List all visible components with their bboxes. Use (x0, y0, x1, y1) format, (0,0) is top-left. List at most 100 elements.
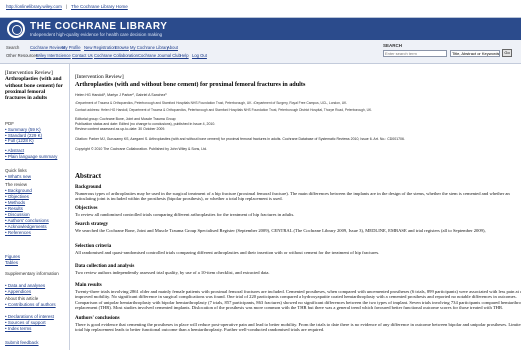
nav-section-about-article: About this article (5, 296, 39, 301)
nav-item-plain-language[interactable]: • Plain language summary (5, 154, 57, 159)
article-copyright: Copyright © 2010 The Cochrane Collaborat… (75, 147, 208, 151)
brand-title[interactable]: THE COCHRANE LIBRARY (30, 21, 167, 32)
wiley-online-link[interactable]: http://onlinelibrary.wiley.com (6, 4, 62, 9)
nav-item-label: Summary (59 K) (7, 127, 41, 132)
nav-item-background[interactable]: • Background (5, 188, 32, 193)
section-heading-data-collection: Data collection and analysis (75, 264, 135, 269)
section-line: All randomised and quasi-randomised cont… (75, 250, 380, 255)
toolbar-link-browse[interactable]: Browse (115, 45, 129, 50)
review-content-date: Review content assessed as up-to-date: 3… (75, 127, 166, 131)
toolbar: Search Cochrane Reviews My Profile New R… (0, 40, 521, 64)
nav-item-data-analyses[interactable]: • Data and analyses (5, 283, 45, 288)
article-content: [Intervention Review] Arthroplasties (wi… (72, 64, 521, 350)
nav-item-pdf-summary[interactable]: • Summary (59 K) (5, 127, 41, 132)
nav-heading-title: Arthroplasties (with and without bone ce… (5, 76, 63, 102)
nav-item-references[interactable]: • References (5, 230, 31, 235)
nav-item-appendices[interactable]: • Appendices (5, 289, 31, 294)
nav-item-label: References (7, 230, 31, 235)
section-line: To review all randomised controlled tria… (75, 212, 295, 217)
toolbar-link-about[interactable]: About (167, 45, 178, 50)
section-line: total hip replacement leads to better fu… (75, 327, 325, 333)
cochrane-home-link[interactable]: The Cochrane Library Home (71, 4, 128, 9)
brand-tagline: Independent high-quality evidence for he… (30, 32, 163, 37)
nav-item-figures[interactable]: Figures (5, 254, 20, 259)
search-input[interactable] (383, 50, 447, 57)
nav-item-label: Results (7, 206, 23, 211)
nav-item-submit-feedback[interactable]: Submit feedback (5, 340, 39, 345)
top-bar: http://onlinelibrary.wiley.com | The Coc… (0, 0, 521, 18)
toolbar-link-wiley[interactable]: Wiley InterScience (36, 53, 71, 58)
toolbar-row2-label: Other Resources (6, 53, 38, 58)
cochrane-banner: THE COCHRANE LIBRARY Independent high-qu… (0, 18, 521, 40)
nav-item-label: Appendices (7, 289, 32, 294)
article-authors: Helen HG Handoll¹, Martyn J Parker², Gab… (75, 93, 167, 97)
toolbar-link-registration[interactable]: New Registration (84, 45, 116, 50)
section-body-selection: All randomised and quasi-randomised cont… (75, 250, 521, 255)
toolbar-link-collaboration[interactable]: Cochrane Collaboration (94, 53, 138, 58)
review-type-label: [Intervention Review] (75, 74, 124, 80)
nav-item-label: Declarations of interest (7, 314, 54, 319)
nav-item-label: Plain language summary (7, 154, 58, 159)
left-navigation: [Intervention Review] Arthroplasties (wi… (0, 64, 70, 350)
section-line: Two review authors independently assesse… (75, 270, 270, 275)
publication-status: Publication status and date: Edited (no … (75, 122, 216, 126)
nav-item-label: Submit feedback (5, 340, 39, 345)
toolbar-link-journal-club[interactable]: Cochrane Journal Club (138, 53, 181, 58)
section-heading-background: Background (75, 185, 102, 190)
nav-item-contributions[interactable]: • Contributions of authors (5, 302, 67, 307)
nav-item-whats-new[interactable]: • What's new (5, 174, 31, 179)
nav-item-sources-support[interactable]: • Sources of support (5, 320, 46, 325)
nav-section-quick-links: Quick links (5, 168, 27, 173)
toolbar-link-contact[interactable]: Contact Us (72, 53, 93, 58)
nav-item-label: What's new (7, 174, 31, 179)
nav-item-objectives[interactable]: • Objectives (5, 194, 29, 199)
nav-item-results[interactable]: • Results (5, 206, 23, 211)
nav-item-methods[interactable]: • Methods (5, 200, 25, 205)
section-body-objectives: To review all randomised controlled tria… (75, 212, 521, 217)
section-heading-main-results: Main results (75, 283, 102, 288)
toolbar-link-logout[interactable]: Log Out (192, 53, 207, 58)
nav-item-index-terms[interactable]: • Index terms (5, 326, 31, 331)
nav-item-tables[interactable]: Tables (5, 260, 18, 265)
nav-item-label: Full (1228 K) (7, 138, 34, 143)
nav-item-pdf-standard[interactable]: • Standard (229 K) (5, 133, 42, 138)
nav-item-label: Index terms (7, 326, 32, 331)
nav-section-pdf: PDF (5, 121, 14, 126)
nav-item-label: Acknowledgements (7, 224, 47, 229)
nav-item-label: Data and analyses (7, 283, 46, 288)
cochrane-logo-icon[interactable] (7, 20, 25, 38)
search-go-button[interactable]: Go (502, 49, 512, 57)
section-heading-objectives: Objectives (75, 206, 98, 211)
toolbar-link-reviews[interactable]: Cochrane Reviews (30, 45, 65, 50)
section-heading-selection: Selection criteria (75, 244, 112, 249)
section-line: replacement (THR). Most studies involved… (75, 305, 504, 311)
nav-item-conclusions[interactable]: • Authors' conclusions (5, 218, 49, 223)
nav-item-label: Discussion (7, 212, 30, 217)
nav-item-discussion[interactable]: • Discussion (5, 212, 30, 217)
nav-item-acknowledgements[interactable]: • Acknowledgements (5, 224, 47, 229)
section-body-conclusions: There is good evidence that cementing th… (75, 322, 521, 333)
section-body-main-results: Twenty-three trials involving 2861 older… (75, 289, 521, 311)
nav-item-label: Authors' conclusions (7, 218, 49, 223)
nav-heading: [Intervention Review] Arthroplasties (wi… (5, 70, 67, 101)
section-heading-conclusions: Authors' conclusions (75, 316, 120, 321)
nav-item-label: Contributions of authors (7, 302, 56, 307)
article-affiliation: ¹Department of Trauma & Orthopaedics, Pe… (75, 101, 348, 105)
article-title: Arthroplasties (with and without bone ce… (75, 81, 306, 88)
nav-item-pdf-full[interactable]: • Full (1228 K) (5, 138, 34, 143)
nav-item-label: Abstract (7, 148, 25, 153)
search-title: SEARCH (383, 43, 403, 48)
topbar-separator: | (66, 4, 68, 9)
editorial-group[interactable]: Editorial group: Cochrane Bone, Joint an… (75, 117, 176, 121)
search-scope-select[interactable]: Title, Abstract or Keywords (450, 50, 500, 57)
nav-item-declarations[interactable]: • Declarations of interest (5, 314, 54, 319)
nav-item-label: Objectives (7, 194, 29, 199)
toolbar-link-my-library[interactable]: My Cochrane Library (130, 45, 169, 50)
nav-item-label: Figures (5, 254, 21, 259)
toolbar-row1-label: Search (6, 45, 20, 50)
nav-item-abstract[interactable]: • Abstract (5, 148, 24, 153)
section-body-search-strategy: We searched the Cochrane Bone, Joint and… (75, 228, 521, 233)
toolbar-link-help[interactable]: Help (180, 53, 189, 58)
section-body-data-collection: Two review authors independently assesse… (75, 270, 521, 275)
toolbar-link-profile[interactable]: My Profile (62, 45, 81, 50)
